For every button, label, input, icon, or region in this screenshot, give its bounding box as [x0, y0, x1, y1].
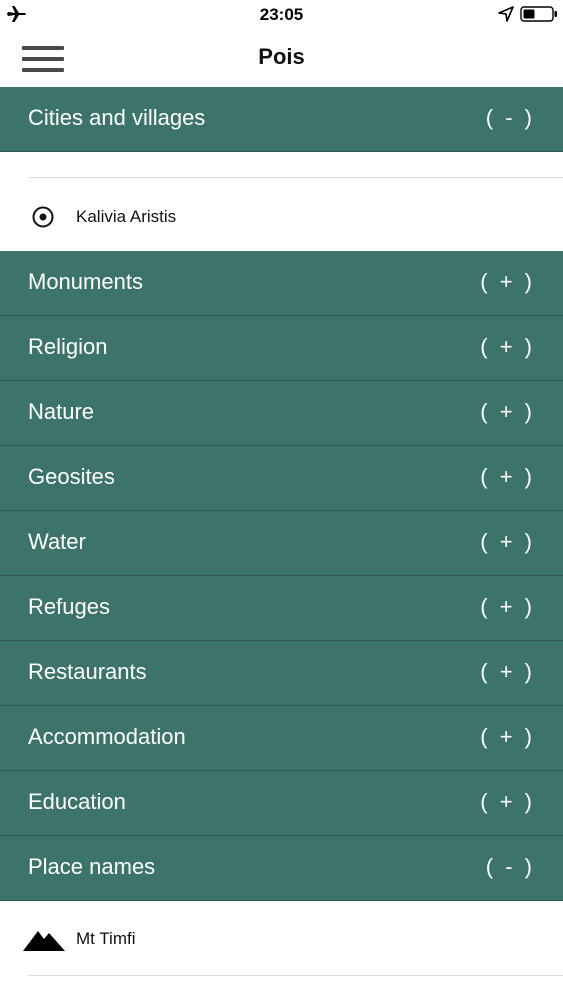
- poi-item-kalivia-aristis[interactable]: Kalivia Aristis: [0, 198, 563, 238]
- category-label: Cities and villages: [28, 105, 206, 130]
- category-label: Place names: [28, 854, 156, 879]
- category-cities-and-villages[interactable]: Cities and villages ( - ): [0, 87, 563, 152]
- expand-toggle[interactable]: ( + ): [480, 724, 535, 750]
- expand-toggle[interactable]: ( + ): [480, 529, 535, 555]
- poi-item-mt-timfi[interactable]: Mt Timfi: [0, 920, 563, 960]
- poi-label: Mt Timfi: [76, 929, 136, 948]
- category-label: Accommodation: [28, 724, 186, 749]
- category-label: Restaurants: [28, 659, 147, 684]
- navigation-bar: Pois: [0, 30, 563, 87]
- expand-toggle[interactable]: ( + ): [480, 334, 535, 360]
- category-restaurants[interactable]: Restaurants ( + ): [0, 641, 563, 706]
- expand-toggle[interactable]: ( + ): [480, 789, 535, 815]
- category-accommodation[interactable]: Accommodation ( + ): [0, 706, 563, 771]
- category-place-names[interactable]: Place names ( - ): [0, 836, 563, 901]
- category-label: Refuges: [28, 594, 110, 619]
- category-nature[interactable]: Nature ( + ): [0, 381, 563, 446]
- category-monuments[interactable]: Monuments ( + ): [0, 251, 563, 316]
- location-arrow-icon: [498, 6, 514, 22]
- category-label: Monuments: [28, 269, 143, 294]
- cities-items-panel: Kalivia Aristis: [0, 152, 563, 251]
- place-names-items-panel: Mt Timfi: [0, 901, 563, 991]
- category-label: Geosites: [28, 464, 115, 489]
- expand-toggle[interactable]: ( + ): [480, 659, 535, 685]
- page-title: Pois: [258, 44, 305, 69]
- category-label: Religion: [28, 334, 108, 359]
- category-religion[interactable]: Religion ( + ): [0, 316, 563, 381]
- divider: [28, 975, 563, 976]
- category-refuges[interactable]: Refuges ( + ): [0, 576, 563, 641]
- collapse-toggle[interactable]: ( - ): [486, 854, 535, 880]
- expand-toggle[interactable]: ( + ): [480, 399, 535, 425]
- category-water[interactable]: Water ( + ): [0, 511, 563, 576]
- category-label: Nature: [28, 399, 95, 424]
- battery-icon: [520, 6, 557, 22]
- expand-toggle[interactable]: ( + ): [480, 269, 535, 295]
- category-label: Water: [28, 529, 86, 554]
- mountain-icon: [23, 931, 65, 951]
- expand-toggle[interactable]: ( + ): [480, 464, 535, 490]
- category-geosites[interactable]: Geosites ( + ): [0, 446, 563, 511]
- status-bar: 23:05: [0, 0, 563, 30]
- category-label: Education: [28, 789, 126, 814]
- divider: [28, 177, 563, 178]
- collapse-toggle[interactable]: ( - ): [486, 105, 535, 131]
- target-circle-icon: [32, 206, 54, 228]
- poi-category-list: Cities and villages ( - ) Kalivia Aristi…: [0, 87, 563, 991]
- status-time: 23:05: [259, 5, 304, 24]
- category-education[interactable]: Education ( + ): [0, 771, 563, 836]
- poi-label: Kalivia Aristis: [76, 207, 177, 226]
- expand-toggle[interactable]: ( + ): [480, 594, 535, 620]
